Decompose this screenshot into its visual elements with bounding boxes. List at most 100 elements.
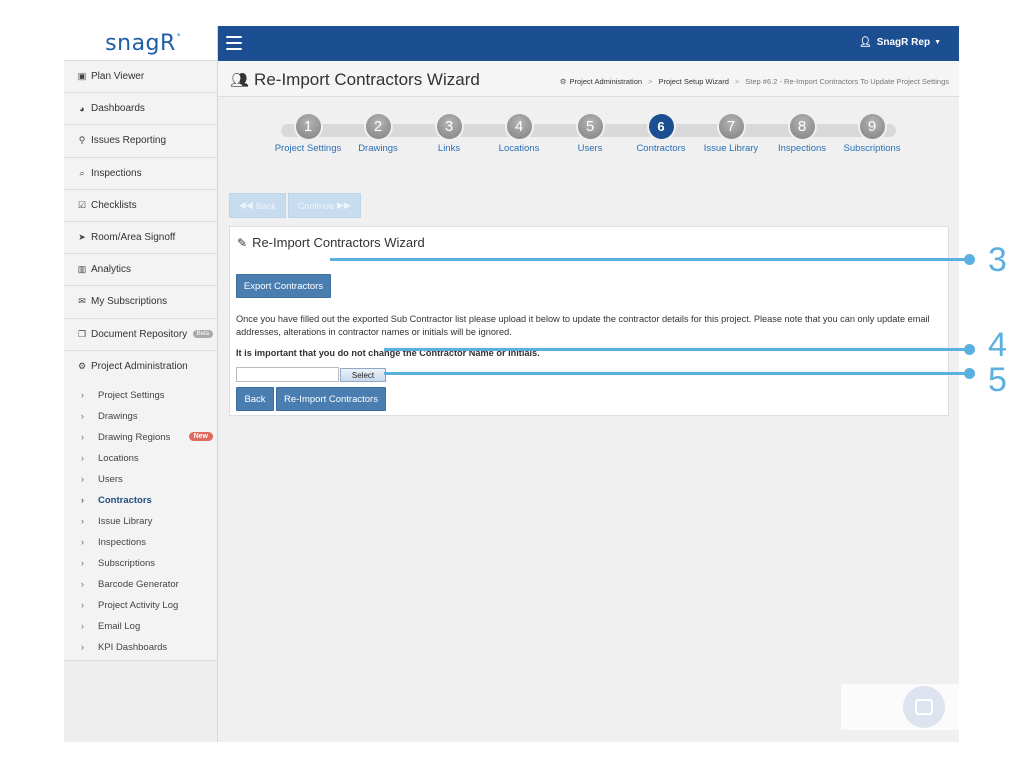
subitem-kpi-dashboards[interactable]: › KPI Dashboards <box>64 637 217 658</box>
copy-icon: ❐ <box>77 328 87 339</box>
callout-dot-5 <box>964 368 975 379</box>
beta-badge: Beta <box>192 329 213 338</box>
subitem-contractors[interactable]: › Contractors <box>64 490 217 511</box>
back-button[interactable]: Back <box>236 387 274 411</box>
wizard-step-users[interactable]: 5 Users <box>552 114 628 154</box>
wizard-step-project-settings[interactable]: 1 Project Settings <box>270 114 346 154</box>
sidebar: snagR • ▣ Plan Viewer ◕ Dashboards ⚲ Issu… <box>64 26 218 742</box>
breadcrumb-separator: > <box>734 77 740 86</box>
subitem-locations[interactable]: › Locations <box>64 448 217 469</box>
step-number: 5 <box>577 114 603 139</box>
subitem-project-settings[interactable]: › Project Settings <box>64 385 217 406</box>
step-number: 1 <box>295 114 321 139</box>
reimport-panel: ✎ Re-Import Contractors Wizard Export Co… <box>229 226 949 416</box>
bar-chart-icon: ▥ <box>77 264 87 275</box>
callout-dot-3 <box>964 254 975 265</box>
page-header: 👥︎ Re-Import Contractors Wizard ⚙ Projec… <box>218 61 959 97</box>
chevron-right-icon: › <box>81 453 84 464</box>
step-number: 2 <box>365 114 391 139</box>
double-right-icon: ▶▶ <box>336 200 351 210</box>
sidebar-item-inspections[interactable]: ⌕ Inspections <box>64 157 217 190</box>
select-file-button[interactable]: Select <box>340 368 386 382</box>
chevron-right-icon: › <box>81 432 84 443</box>
breadcrumb-project-administration[interactable]: Project Administration <box>570 77 643 86</box>
magic-wand-icon: ✎ <box>237 235 248 250</box>
sidebar-item-label: Project Administration <box>91 361 188 373</box>
logo[interactable]: snagR • <box>64 26 217 61</box>
sidebar-item-label: Room/Area Signoff <box>91 232 176 244</box>
subitem-project-activity-log[interactable]: › Project Activity Log <box>64 595 217 616</box>
wizard-step-contractors[interactable]: 6 Contractors <box>623 114 699 154</box>
sidebar-item-room-area-signoff[interactable]: ➤ Room/Area Signoff <box>64 221 217 255</box>
envelope-icon: ✉ <box>78 296 86 307</box>
app-window: snagR • ▣ Plan Viewer ◕ Dashboards ⚲ Issu… <box>64 26 959 742</box>
wizard-action-bar: ◀◀ Back Continue ▶▶ <box>229 193 363 218</box>
subitem-subscriptions[interactable]: › Subscriptions <box>64 553 217 574</box>
search-icon: ⌕ <box>79 167 85 178</box>
subitem-users[interactable]: › Users <box>64 469 217 490</box>
map-marker-icon: ⚲ <box>78 135 86 146</box>
sidebar-item-project-administration[interactable]: ⚙ Project Administration <box>64 350 217 383</box>
wizard-step-issue-library[interactable]: 7 Issue Library <box>693 114 769 154</box>
subitem-drawing-regions[interactable]: › Drawing Regions New <box>64 427 217 448</box>
subitem-barcode-generator[interactable]: › Barcode Generator <box>64 574 217 595</box>
user-menu[interactable]: 👤︎ SnagR Rep ▼ <box>859 37 941 48</box>
subitem-inspections[interactable]: › Inspections <box>64 532 217 553</box>
wizard-step-drawings[interactable]: 2 Drawings <box>340 114 416 154</box>
step-label: Inspections <box>777 143 827 154</box>
chevron-right-icon: › <box>81 642 84 653</box>
sidebar-item-plan-viewer[interactable]: ▣ Plan Viewer <box>64 61 217 94</box>
chevron-right-icon: › <box>81 537 84 548</box>
new-badge: New <box>188 431 213 441</box>
step-number: 3 <box>436 114 462 139</box>
step-number: 8 <box>789 114 815 139</box>
breadcrumb-project-setup-wizard[interactable]: Project Setup Wizard <box>658 77 728 86</box>
step-label: Drawings <box>358 143 398 154</box>
logo-text: snagR • <box>105 30 182 56</box>
wizard-step-links[interactable]: 3 Links <box>411 114 487 154</box>
gears-icon: ⚙ <box>559 77 567 86</box>
breadcrumb: ⚙ Project Administration > Project Setup… <box>560 77 949 86</box>
logo-mark-icon: • <box>176 30 182 41</box>
wizard-back-button[interactable]: ◀◀ Back <box>229 193 286 218</box>
step-number: 7 <box>718 114 744 139</box>
file-path-field[interactable] <box>236 367 339 382</box>
wizard-continue-button[interactable]: Continue ▶▶ <box>287 193 361 218</box>
chevron-right-icon: › <box>81 579 84 590</box>
gears-icon: ⚙ <box>77 361 87 372</box>
sidebar-item-checklists[interactable]: ☑ Checklists <box>64 189 217 222</box>
chat-bubble-icon[interactable] <box>903 686 945 728</box>
chevron-right-icon: › <box>81 390 84 401</box>
wizard-step-inspections[interactable]: 8 Inspections <box>764 114 840 154</box>
step-number: 4 <box>506 114 532 139</box>
subitem-drawings[interactable]: › Drawings <box>64 406 217 427</box>
panel-title: ✎ Re-Import Contractors Wizard <box>237 235 425 250</box>
image-icon: ▣ <box>77 71 87 82</box>
sidebar-item-label: Document Repository <box>91 328 188 340</box>
subitem-email-log[interactable]: › Email Log <box>64 616 217 637</box>
chevron-right-icon: › <box>81 411 84 422</box>
step-label: Issue Library <box>703 143 759 154</box>
wizard-step-subscriptions[interactable]: 9 Subscriptions <box>834 114 910 154</box>
step-label: Users <box>577 143 603 154</box>
project-admin-submenu: › Project Settings › Drawings › Drawing Reg… <box>64 382 217 661</box>
step-label: Project Settings <box>274 143 342 154</box>
sidebar-item-document-repository[interactable]: ❐ Document Repository Beta <box>64 318 217 351</box>
sidebar-item-analytics[interactable]: ▥ Analytics <box>64 254 217 287</box>
callout-line-4 <box>384 348 970 351</box>
sidebar-item-label: Checklists <box>91 199 137 211</box>
export-contractors-button[interactable]: Export Contractors <box>236 274 331 298</box>
wizard-step-locations[interactable]: 4 Locations <box>481 114 557 154</box>
sidebar-item-my-subscriptions[interactable]: ✉ My Subscriptions <box>64 286 217 319</box>
reimport-contractors-button[interactable]: Re-Import Contractors <box>276 387 386 411</box>
sidebar-item-label: Plan Viewer <box>91 71 145 83</box>
top-navbar: 👤︎ SnagR Rep ▼ <box>218 26 959 61</box>
sidebar-item-dashboards[interactable]: ◕ Dashboards <box>64 93 217 126</box>
step-number: 6 <box>648 114 674 139</box>
subitem-issue-library[interactable]: › Issue Library <box>64 511 217 532</box>
hamburger-menu-icon[interactable] <box>226 36 242 50</box>
chevron-right-icon: › <box>81 516 84 527</box>
breadcrumb-separator: > <box>648 77 653 86</box>
sidebar-item-issues-reporting[interactable]: ⚲ Issues Reporting <box>64 125 217 158</box>
wizard-steps: 1 Project Settings 2 Drawings 3 Links 4 Loca… <box>218 111 959 171</box>
